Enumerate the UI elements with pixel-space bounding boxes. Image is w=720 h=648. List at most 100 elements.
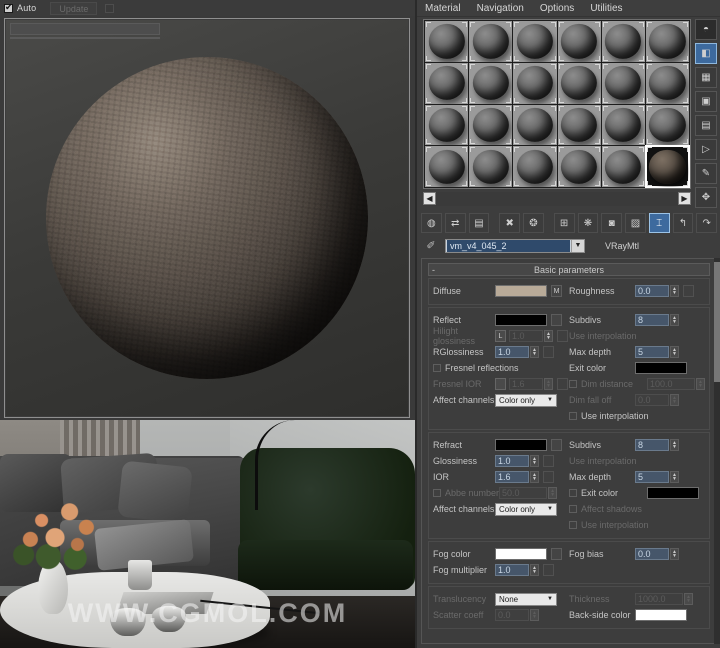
fog-multiplier-arrows-icon[interactable]: ▲ ▼: [530, 564, 539, 576]
go-forward-to-sibling-icon[interactable]: ↷: [696, 213, 718, 233]
dim-distance-value[interactable]: 100.0: [647, 378, 695, 390]
sample-slot[interactable]: [645, 62, 689, 104]
back-side-color-swatch[interactable]: [635, 609, 687, 621]
scatter-coeff-arrows-icon[interactable]: ▲ ▼: [530, 609, 539, 621]
background-icon[interactable]: ▦: [695, 67, 717, 88]
menu-navigation[interactable]: Navigation: [477, 3, 524, 14]
large-material-preview[interactable]: [4, 18, 410, 418]
rglossiness-map-button[interactable]: [543, 346, 554, 358]
show-end-result-icon[interactable]: ⌶: [648, 213, 670, 233]
sample-type-icon[interactable]: ◓: [695, 19, 717, 40]
sample-slot[interactable]: [557, 62, 601, 104]
make-preview-icon[interactable]: ▷: [695, 139, 717, 160]
refract-glossiness-value[interactable]: 1.0: [495, 455, 529, 467]
sample-uv-tiling-icon[interactable]: ▣: [695, 91, 717, 112]
sample-slot[interactable]: [469, 146, 513, 187]
options-icon[interactable]: ✎: [695, 163, 717, 184]
chevron-down-icon[interactable]: ▼: [544, 506, 556, 512]
chevron-down-icon[interactable]: ▼: [544, 596, 556, 602]
reset-map-icon[interactable]: ✖: [499, 213, 521, 233]
abbe-number-checkbox[interactable]: [433, 489, 441, 497]
scatter-coeff-spinner[interactable]: 0.0 ▲ ▼: [495, 609, 539, 621]
translucency-dropdown[interactable]: None ▼: [495, 592, 557, 606]
dim-falloff-value[interactable]: 0.0: [635, 394, 669, 406]
slot-scroll-left-button[interactable]: ◀: [423, 192, 436, 205]
go-to-parent-icon[interactable]: ↰: [672, 213, 694, 233]
sample-slot[interactable]: [513, 146, 557, 187]
fog-color-map-button[interactable]: [551, 548, 562, 560]
material-name-value[interactable]: vm_v4_045_2: [447, 240, 570, 252]
refract-subdivs-spinner[interactable]: 8 ▲ ▼: [635, 439, 679, 451]
sample-slot[interactable]: [425, 146, 469, 187]
sample-slot[interactable]: [601, 104, 645, 146]
material-name-field[interactable]: vm_v4_045_2 ▼: [445, 239, 585, 253]
reflect-max-depth-spinner[interactable]: 5 ▲ ▼: [635, 346, 679, 358]
make-unique-icon[interactable]: ⊞: [553, 213, 575, 233]
dim-distance-arrows-icon[interactable]: ▲ ▼: [696, 378, 705, 390]
reflect-exit-color-swatch[interactable]: [635, 362, 687, 374]
sample-slot[interactable]: [557, 146, 601, 187]
fog-multiplier-map-button[interactable]: [543, 564, 554, 576]
refract-affect-channels-dropdown[interactable]: Color only ▼: [495, 502, 557, 516]
fog-multiplier-value[interactable]: 1.0: [495, 564, 529, 576]
refract-subdivs-value[interactable]: 8: [635, 439, 669, 451]
auto-checkbox[interactable]: [4, 2, 13, 13]
dim-falloff-arrows-icon[interactable]: ▲ ▼: [670, 394, 679, 406]
fresnel-ior-spinner[interactable]: 1.6 ▲ ▼: [509, 378, 553, 390]
sample-slot[interactable]: [513, 62, 557, 104]
sample-slot[interactable]: [469, 21, 513, 62]
hilight-glossiness-value[interactable]: 1.0: [509, 330, 543, 342]
refract-use-interpolation-checkbox[interactable]: [569, 521, 577, 529]
refract-subdivs-arrows-icon[interactable]: ▲ ▼: [670, 439, 679, 451]
abbe-number-value[interactable]: 50.0: [499, 487, 548, 499]
reflect-map-button[interactable]: [551, 314, 562, 326]
fog-bias-value[interactable]: 0.0: [635, 548, 669, 560]
dim-distance-checkbox[interactable]: [569, 380, 577, 388]
get-material-icon[interactable]: ◍: [421, 213, 442, 233]
parameters-scrollbar-thumb[interactable]: [714, 262, 720, 382]
refract-glossiness-arrows-icon[interactable]: ▲ ▼: [530, 455, 539, 467]
rollout-toggle-icon[interactable]: -: [432, 264, 435, 276]
fog-bias-spinner[interactable]: 0.0 ▲ ▼: [635, 548, 679, 560]
sample-slot-selected[interactable]: [644, 145, 691, 188]
sample-slot[interactable]: [425, 21, 469, 62]
ior-arrows-icon[interactable]: ▲ ▼: [530, 471, 539, 483]
reflect-affect-channels-dropdown[interactable]: Color only ▼: [495, 393, 557, 407]
sample-slot[interactable]: [645, 21, 689, 62]
rglossiness-value[interactable]: 1.0: [495, 346, 529, 358]
sample-slot[interactable]: [513, 104, 557, 146]
affect-shadows-checkbox[interactable]: [569, 505, 577, 513]
refract-glossiness-map-button[interactable]: [543, 455, 554, 467]
ior-spinner[interactable]: 1.6 ▲ ▼: [495, 471, 539, 483]
hilight-glossiness-arrows-icon[interactable]: ▲ ▼: [544, 330, 553, 342]
roughness-spinner[interactable]: 0.0 ▲ ▼: [635, 285, 679, 297]
reflect-subdivs-spinner[interactable]: 8 ▲ ▼: [635, 314, 679, 326]
roughness-arrows-icon[interactable]: ▲ ▼: [670, 285, 679, 297]
chevron-down-icon[interactable]: ▼: [571, 240, 584, 252]
abbe-number-arrows-icon[interactable]: ▲ ▼: [548, 487, 558, 499]
menu-material[interactable]: Material: [425, 3, 461, 14]
basic-parameters-rollout-header[interactable]: - Basic parameters: [428, 263, 710, 276]
fresnel-ior-lock-button[interactable]: [495, 378, 506, 390]
refract-max-depth-value[interactable]: 5: [635, 471, 669, 483]
reflect-subdivs-arrows-icon[interactable]: ▲ ▼: [670, 314, 679, 326]
reflect-subdivs-value[interactable]: 8: [635, 314, 669, 326]
chevron-down-icon[interactable]: ▼: [544, 397, 556, 403]
ior-map-button[interactable]: [543, 471, 554, 483]
show-map-in-viewport-icon[interactable]: ▨: [625, 213, 646, 233]
sample-slot[interactable]: [645, 104, 689, 146]
dim-distance-spinner[interactable]: 100.0 ▲ ▼: [647, 378, 705, 390]
rglossiness-spinner[interactable]: 1.0 ▲ ▼: [495, 346, 539, 358]
reflect-color-swatch[interactable]: [495, 314, 547, 326]
fog-bias-arrows-icon[interactable]: ▲ ▼: [670, 548, 679, 560]
sample-slot[interactable]: [557, 104, 601, 146]
options-square-button[interactable]: [105, 3, 115, 13]
thickness-spinner[interactable]: 1000.0 ▲ ▼: [635, 593, 693, 605]
make-material-copy-icon[interactable]: ❂: [523, 213, 544, 233]
roughness-value[interactable]: 0.0: [635, 285, 669, 297]
video-color-check-icon[interactable]: ▤: [695, 115, 717, 136]
menu-utilities[interactable]: Utilities: [590, 3, 622, 14]
sample-slot[interactable]: [601, 146, 645, 187]
sample-slot[interactable]: [469, 104, 513, 146]
abbe-number-spinner[interactable]: 50.0 ▲ ▼: [499, 487, 558, 499]
